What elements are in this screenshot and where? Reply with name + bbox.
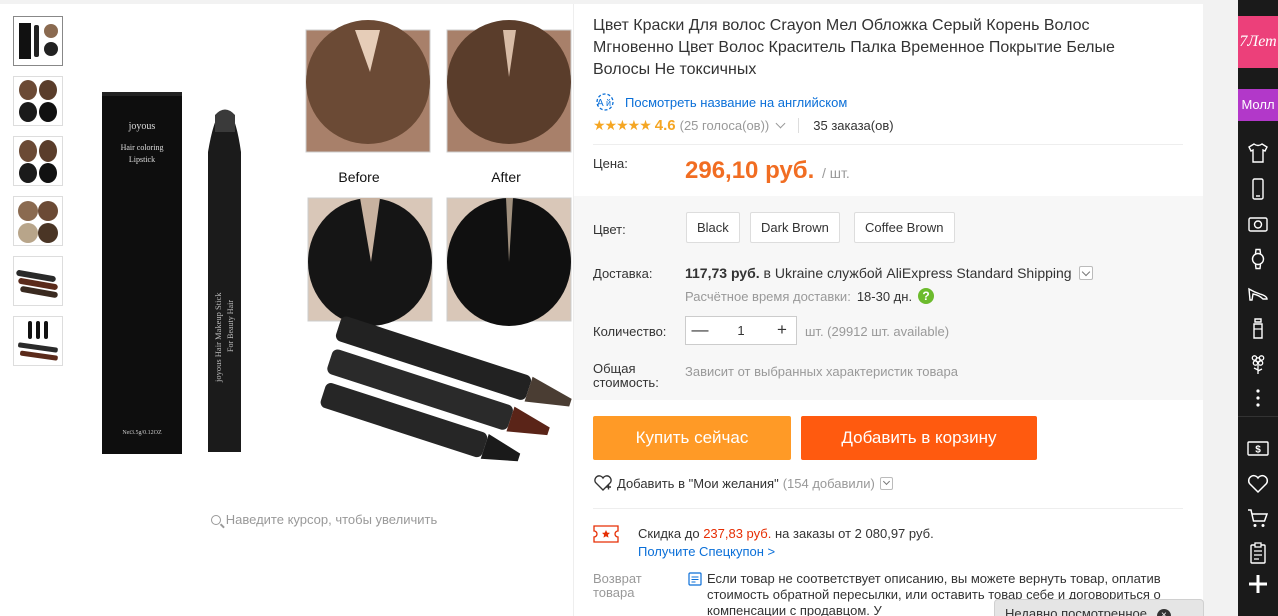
thumbnail-6[interactable]	[13, 316, 63, 366]
box-line1-text: Hair coloring	[121, 143, 164, 152]
mall-link[interactable]: Молл	[1238, 89, 1278, 121]
get-coupon-link[interactable]: Получите Спецкупон >	[638, 544, 775, 559]
eta-value: 18-30 дн.	[856, 288, 913, 304]
rating-row: ★★★★★ 4.6 (25 голоса(ов)) 35 заказа(ов)	[593, 116, 894, 134]
total-row: Общая стоимость: Зависит от выбранных ха…	[593, 362, 1183, 394]
document-icon	[688, 572, 702, 586]
shipping-label: Доставка:	[593, 266, 653, 281]
phone-icon[interactable]	[1246, 177, 1270, 201]
divider	[593, 144, 1183, 145]
add-to-cart-button[interactable]: Добавить в корзину	[801, 416, 1037, 460]
heart-plus-icon[interactable]	[593, 474, 613, 492]
coupon-icon	[593, 525, 619, 543]
thumbnail-1[interactable]	[13, 16, 63, 66]
after-label: After	[491, 169, 521, 185]
sidebar-divider	[1238, 416, 1278, 417]
product-card: joyous Hair coloring Lipstick Net3.5g/0.…	[0, 4, 1203, 616]
price-label: Цена:	[593, 156, 628, 171]
wishlist-text[interactable]: Добавить в "Мои желания"	[617, 476, 779, 491]
shipping-country[interactable]: Ukraine	[775, 265, 823, 281]
price-row: Цена: 296,10 руб. / шт.	[593, 156, 1183, 196]
anniversary-badge[interactable]: 7Лет	[1238, 16, 1278, 68]
buy-now-button[interactable]: Купить сейчас	[593, 416, 791, 460]
quantity-row: Количество: — 1 + шт. (29912 шт. availab…	[593, 316, 1183, 346]
quantity-available: шт. (29912 шт. available)	[805, 324, 950, 339]
price-unit: / шт.	[822, 165, 850, 181]
wishlist-row[interactable]: Добавить в "Мои желания" (154 добавили)	[593, 474, 893, 492]
votes-link[interactable]: (25 голоса(ов))	[680, 118, 770, 133]
delivery-eta: Расчётное время доставки: 18-30 дн. ?	[685, 288, 935, 304]
shipping-dropdown-icon[interactable]	[1079, 266, 1094, 280]
coupon-row: Скидка до 237,83 руб. на заказы от 2 080…	[593, 524, 1183, 564]
tshirt-icon[interactable]	[1246, 141, 1270, 165]
color-option-black[interactable]: Black	[686, 212, 740, 243]
cart-icon[interactable]	[1246, 506, 1270, 530]
color-row: Цвет: Black Dark Brown Coffee Brown	[593, 212, 1183, 248]
quantity-minus-button[interactable]: —	[686, 317, 714, 344]
box-line2-text: Lipstick	[129, 155, 155, 164]
orders-count: 35 заказа(ов)	[798, 117, 894, 133]
svg-text:A: A	[597, 98, 604, 109]
thumbnail-4[interactable]	[13, 196, 63, 246]
dollar-card-icon[interactable]: $	[1246, 436, 1270, 460]
stick-text-2: For Beauty Hair	[226, 300, 235, 352]
heart-icon[interactable]	[1246, 472, 1270, 496]
svg-text:й: й	[606, 98, 611, 108]
box-net-text: Net3.5g/0.12OZ	[122, 430, 162, 436]
more-dots-icon[interactable]	[1246, 386, 1270, 410]
stick-text: joyous Hair Makeup Stick	[213, 292, 223, 383]
close-icon[interactable]: ×	[1156, 609, 1171, 616]
shipping-service: службой AliExpress Standard Shipping	[827, 265, 1072, 281]
translate-icon: Aй	[596, 93, 614, 111]
color-option-dark-brown[interactable]: Dark Brown	[750, 212, 840, 243]
quantity-stepper: — 1 +	[685, 316, 797, 345]
shipping-row: Доставка: 117,73 руб. в Ukraine службой …	[593, 263, 1183, 309]
product-title: Цвет Краски Для волос Crayon Мел Обложка…	[593, 17, 1115, 78]
plus-icon[interactable]	[1246, 572, 1270, 596]
coupon-amount: 237,83 руб.	[703, 526, 772, 541]
translate-link-text[interactable]: Посмотреть название на английском	[625, 95, 847, 110]
camera-icon[interactable]	[1246, 212, 1270, 236]
box-brand-text: joyous	[128, 121, 156, 132]
before-label: Before	[338, 169, 379, 185]
quantity-plus-button[interactable]: +	[768, 317, 796, 344]
rating-stars-icon: ★★★★★	[593, 116, 652, 133]
price-value: 296,10 руб.	[685, 157, 815, 184]
thumbnail-2[interactable]	[13, 76, 63, 126]
shipping-info: 117,73 руб. в Ukraine службой AliExpress…	[685, 265, 1094, 281]
shipping-cost: 117,73 руб.	[685, 265, 760, 281]
flower-icon[interactable]	[1246, 352, 1270, 376]
translate-link[interactable]: Aй Посмотреть название на английском	[593, 92, 847, 112]
main-product-image[interactable]: joyous Hair coloring Lipstick Net3.5g/0.…	[75, 12, 573, 492]
bottle-icon[interactable]	[1246, 317, 1270, 341]
chevron-down-icon[interactable]	[879, 476, 893, 490]
color-option-coffee-brown[interactable]: Coffee Brown	[854, 212, 955, 243]
clipboard-icon[interactable]	[1246, 541, 1270, 565]
quantity-input[interactable]: 1	[714, 317, 768, 344]
thumbnail-5[interactable]	[13, 256, 63, 306]
thumbnail-list	[13, 16, 63, 376]
total-value: Зависит от выбранных характеристик товар…	[685, 364, 958, 379]
help-question-icon[interactable]: ?	[918, 288, 935, 304]
divider	[593, 508, 1183, 509]
thumbnail-3[interactable]	[13, 136, 63, 186]
magnifier-icon	[210, 515, 221, 525]
total-label: Общая стоимость:	[593, 361, 659, 390]
quantity-label: Количество:	[593, 324, 667, 339]
svg-text:$: $	[1255, 445, 1261, 456]
color-label: Цвет:	[593, 222, 626, 237]
watch-icon[interactable]	[1246, 247, 1270, 271]
zoom-hint: Наведите курсор, чтобы увеличить	[75, 512, 573, 527]
coupon-text: Скидка до 237,83 руб. на заказы от 2 080…	[638, 526, 934, 541]
chevron-down-icon[interactable]	[775, 118, 786, 129]
wishlist-count: (154 добавили)	[782, 475, 875, 491]
heel-shoe-icon[interactable]	[1246, 282, 1270, 306]
right-sidebar: 7Лет Молл $	[1238, 0, 1278, 616]
rating-value: 4.6	[654, 116, 676, 134]
recently-viewed-tab[interactable]: Недавно посмотренное ×	[994, 599, 1204, 616]
returns-label: Возврат товара	[593, 571, 642, 600]
